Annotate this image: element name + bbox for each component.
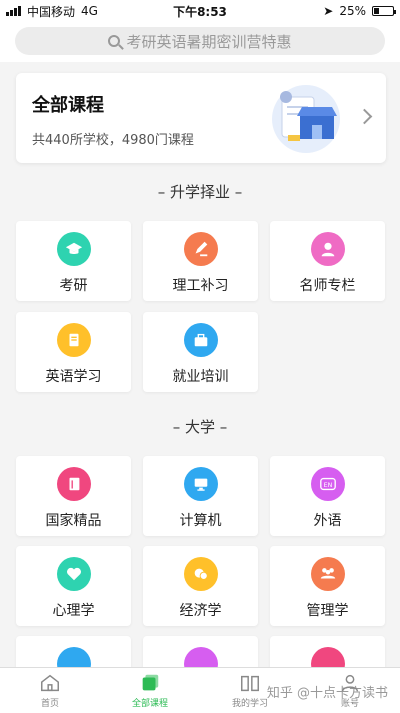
battery-icon xyxy=(372,6,396,16)
category-national-quality[interactable]: 国家精品 xyxy=(16,456,131,536)
network-label: 4G xyxy=(81,4,98,18)
carrier-label: 中国移动 xyxy=(27,4,76,19)
category-job-training[interactable]: 就业培训 xyxy=(143,312,258,392)
search-placeholder: 考研英语暑期密训营特惠 xyxy=(126,32,292,51)
location-icon: ➤ xyxy=(323,4,334,18)
category-label: 理工补习 xyxy=(172,278,229,294)
signal-icon xyxy=(6,6,21,16)
search-input[interactable]: 考研英语暑期密训营特惠 xyxy=(15,27,385,55)
graduation-cap-icon xyxy=(56,232,91,266)
category-label: 英语学习 xyxy=(45,369,102,385)
heart-icon xyxy=(56,557,91,591)
en-badge-text: EN xyxy=(323,482,332,489)
category-label: 考研 xyxy=(59,278,88,294)
category-psychology[interactable]: 心理学 xyxy=(16,546,131,626)
monitor-icon xyxy=(183,467,218,501)
section-title-career: – 升学择业 – xyxy=(157,183,243,201)
category-foreign-language[interactable]: EN 外语 xyxy=(270,456,385,536)
search-bar: 考研英语暑期密训营特惠 xyxy=(0,22,400,62)
pencil-icon xyxy=(183,232,218,266)
tab-all-courses[interactable]: 全部课程 xyxy=(100,668,200,713)
battery-percent: 25% xyxy=(339,4,366,18)
coins-icon xyxy=(183,557,218,591)
category-famous-teachers[interactable]: 名师专栏 xyxy=(270,221,385,301)
home-icon xyxy=(41,674,59,692)
teacher-icon xyxy=(310,232,345,266)
search-icon xyxy=(108,35,121,47)
category-economics[interactable]: 经济学 xyxy=(143,546,258,626)
tab-label: 我的学习 xyxy=(231,699,268,709)
people-icon xyxy=(310,557,345,591)
courses-icon xyxy=(142,674,159,691)
category-label: 管理学 xyxy=(306,603,349,619)
status-bar: 中国移动 4G 下午8:53 ➤ 25% xyxy=(0,0,400,22)
all-courses-card[interactable]: 全部课程 共440所学校，4980门课程 xyxy=(16,73,386,163)
watermark: 知乎 @十点卡方读书 xyxy=(266,686,388,701)
category-management[interactable]: 管理学 xyxy=(270,546,385,626)
category-science-tutoring[interactable]: 理工补习 xyxy=(143,221,258,301)
tab-home[interactable]: 首页 xyxy=(0,668,100,713)
category-computer[interactable]: 计算机 xyxy=(143,456,258,536)
category-label: 国家精品 xyxy=(45,513,102,529)
category-label: 外语 xyxy=(313,513,342,529)
en-icon: EN xyxy=(310,467,345,501)
category-label: 经济学 xyxy=(179,603,222,619)
category-kaoyan[interactable]: 考研 xyxy=(16,221,131,301)
section-title-university: – 大学 – xyxy=(172,418,228,436)
category-english[interactable]: 英语学习 xyxy=(16,312,131,392)
briefcase-icon xyxy=(183,323,218,357)
book-icon xyxy=(56,467,91,501)
category-label: 就业培训 xyxy=(172,369,229,385)
tab-label: 全部课程 xyxy=(131,699,168,709)
notebook-icon xyxy=(56,323,91,357)
study-icon xyxy=(241,675,259,692)
category-label: 心理学 xyxy=(52,603,95,619)
category-label: 名师专栏 xyxy=(299,278,356,294)
tab-label: 首页 xyxy=(40,699,59,709)
store-illustration-icon xyxy=(272,85,340,153)
category-label: 计算机 xyxy=(179,513,222,529)
